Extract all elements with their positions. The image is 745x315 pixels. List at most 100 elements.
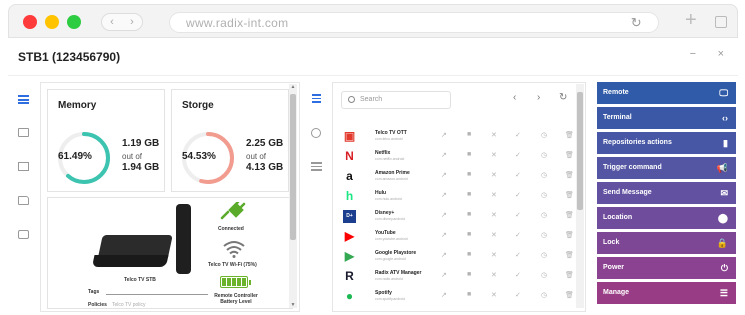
terminal-button[interactable]: Terminal ‹›	[597, 107, 736, 129]
reload-icon[interactable]: ↻	[631, 13, 642, 33]
close-icon[interactable]: ✕	[491, 291, 497, 299]
check-icon[interactable]: ✓	[515, 151, 521, 159]
trigger-command-button[interactable]: Trigger command 📢	[597, 157, 736, 179]
app-row[interactable]: ▶ Google Playstore com.google.android ↗ ■ ✕ ✓ ◷…	[339, 247, 575, 266]
maximize-window-dot[interactable]	[67, 15, 81, 29]
check-icon[interactable]: ✓	[515, 171, 521, 179]
check-icon[interactable]: ✓	[515, 271, 521, 279]
close-icon[interactable]: ✕	[491, 131, 497, 139]
trash-icon[interactable]: 🗑	[565, 131, 574, 139]
refresh-button[interactable]: ↻	[559, 92, 567, 103]
stop-icon[interactable]: ■	[467, 291, 471, 298]
clock-icon[interactable]: ◷	[541, 211, 547, 219]
new-tab-button[interactable]: +	[685, 9, 697, 32]
app-row[interactable]: D+ Disney+ com.disney.android ↗ ■ ✕ ✓ ◷ 🗑	[339, 207, 575, 226]
clock-icon[interactable]: ◷	[541, 151, 547, 159]
clock-icon[interactable]: ◷	[541, 291, 547, 299]
remote-button[interactable]: Remote 🖵	[597, 82, 736, 104]
external-link-icon[interactable]: ↗	[441, 271, 447, 279]
lock-button[interactable]: Lock 🔒	[597, 232, 736, 254]
prev-page-button[interactable]: ‹	[513, 92, 516, 103]
close-icon[interactable]: ✕	[491, 151, 497, 159]
folder-icon[interactable]	[18, 196, 29, 205]
grid-list-icon[interactable]	[312, 94, 321, 103]
check-icon[interactable]: ✓	[515, 131, 521, 139]
trash-icon[interactable]: 🗑	[565, 171, 574, 179]
minimize-window-dot[interactable]	[45, 15, 59, 29]
check-icon[interactable]: ✓	[515, 251, 521, 259]
external-link-icon[interactable]: ↗	[441, 151, 447, 159]
trash-icon[interactable]: 🗑	[565, 211, 574, 219]
stop-icon[interactable]: ■	[467, 151, 471, 158]
app-row[interactable]: N Netflix com.netflix.android ↗ ■ ✕ ✓ ◷ 🗑	[339, 147, 575, 166]
trash-icon[interactable]: 🗑	[565, 291, 574, 299]
close-icon[interactable]: ✕	[491, 231, 497, 239]
external-link-icon[interactable]: ↗	[441, 131, 447, 139]
scroll-down-icon[interactable]: ▼	[289, 302, 297, 308]
apps-scroll-thumb[interactable]	[577, 92, 583, 210]
address-bar[interactable]: www.radix-int.com ↻	[169, 12, 659, 33]
app-row[interactable]: ▶ YouTube com.youtube.android ↗ ■ ✕ ✓ ◷ 🗑	[339, 227, 575, 246]
app-row[interactable]: a Amazon Prime com.amazon.android ↗ ■ ✕ ✓ ◷ 🗑	[339, 167, 575, 186]
trash-icon[interactable]: 🗑	[565, 191, 574, 199]
circle-icon[interactable]	[311, 128, 321, 138]
next-page-button[interactable]: ›	[537, 92, 540, 103]
scroll-up-icon[interactable]: ▲	[289, 84, 297, 90]
external-link-icon[interactable]: ↗	[441, 291, 447, 299]
check-icon[interactable]: ✓	[515, 231, 521, 239]
stop-icon[interactable]: ■	[467, 211, 471, 218]
clock-icon[interactable]: ◷	[541, 251, 547, 259]
trash-icon[interactable]: 🗑	[565, 151, 574, 159]
trash-icon[interactable]: 🗑	[565, 231, 574, 239]
close-icon[interactable]: ✕	[491, 171, 497, 179]
check-icon[interactable]: ✓	[515, 211, 521, 219]
clock-icon[interactable]: ◷	[541, 231, 547, 239]
close-icon[interactable]: ✕	[491, 251, 497, 259]
close-icon[interactable]: ✕	[491, 191, 497, 199]
stop-icon[interactable]: ■	[467, 251, 471, 258]
scroll-thumb[interactable]	[290, 94, 296, 240]
stop-icon[interactable]: ■	[467, 131, 471, 138]
close-button[interactable]: ×	[718, 48, 724, 60]
chat-icon[interactable]	[18, 128, 29, 137]
list-icon[interactable]	[18, 95, 29, 104]
image-icon[interactable]	[18, 162, 29, 171]
app-row[interactable]: ● Spotify com.spotify.android ↗ ■ ✕ ✓ ◷ 🗑	[339, 287, 575, 306]
menu-icon[interactable]	[311, 162, 322, 171]
external-link-icon[interactable]: ↗	[441, 211, 447, 219]
tabs-overview-icon[interactable]	[715, 16, 727, 28]
forward-button[interactable]: ›	[122, 14, 142, 30]
location-button[interactable]: Location ⬤	[597, 207, 736, 229]
external-link-icon[interactable]: ↗	[441, 251, 447, 259]
external-link-icon[interactable]: ↗	[441, 231, 447, 239]
check-icon[interactable]: ✓	[515, 291, 521, 299]
stop-icon[interactable]: ■	[467, 231, 471, 238]
app-row[interactable]: R Radix ATV Manager com.radix.android ↗ ■ ✕ ✓ ◷…	[339, 267, 575, 286]
external-link-icon[interactable]: ↗	[441, 171, 447, 179]
tags-input[interactable]	[106, 294, 208, 295]
close-window-dot[interactable]	[23, 15, 37, 29]
stop-icon[interactable]: ■	[467, 271, 471, 278]
search-input[interactable]: Search	[341, 91, 451, 109]
close-icon[interactable]: ✕	[491, 271, 497, 279]
app-row[interactable]: h Hulu com.hulu.android ↗ ■ ✕ ✓ ◷ 🗑	[339, 187, 575, 206]
clock-icon[interactable]: ◷	[541, 131, 547, 139]
left-scrollbar[interactable]: ▲ ▼	[289, 84, 297, 308]
clock-icon[interactable]: ◷	[541, 191, 547, 199]
clock-icon[interactable]: ◷	[541, 271, 547, 279]
check-icon[interactable]: ✓	[515, 191, 521, 199]
manage-button[interactable]: Manage ☰	[597, 282, 736, 304]
back-button[interactable]: ‹	[102, 14, 122, 30]
minimize-button[interactable]: −	[690, 48, 696, 60]
stop-icon[interactable]: ■	[467, 171, 471, 178]
close-icon[interactable]: ✕	[491, 211, 497, 219]
external-link-icon[interactable]: ↗	[441, 191, 447, 199]
app-row[interactable]: ▣ Telco TV OTT com.telco.android ↗ ■ ✕ ✓ ◷ 🗑	[339, 127, 575, 146]
apps-scrollbar[interactable]	[576, 84, 584, 308]
power-button[interactable]: Power ⏻	[597, 257, 736, 279]
stop-icon[interactable]: ■	[467, 191, 471, 198]
drive-icon[interactable]	[18, 230, 29, 239]
clock-icon[interactable]: ◷	[541, 171, 547, 179]
send-message-button[interactable]: Send Message ✉	[597, 182, 736, 204]
repositories-actions-button[interactable]: Repositories actions ▮	[597, 132, 736, 154]
